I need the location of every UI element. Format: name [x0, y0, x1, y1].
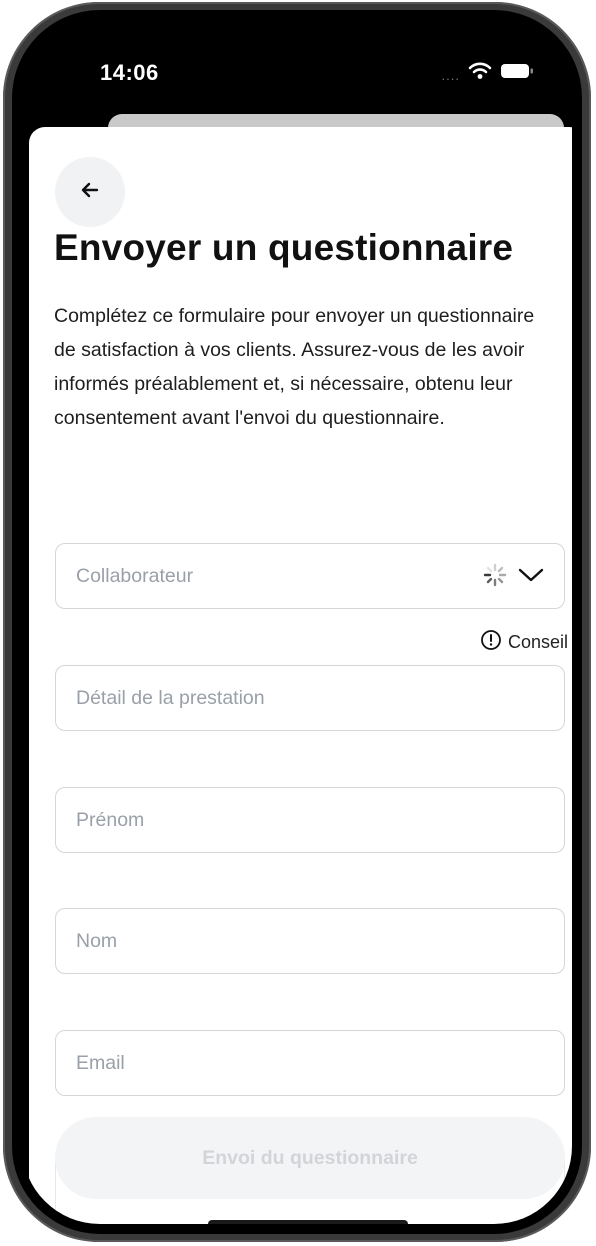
last-name-placeholder: Nom [76, 930, 118, 952]
hint-label: Conseil [507, 632, 568, 652]
status-icons: .... [442, 62, 534, 85]
email-field[interactable]: Email [55, 1030, 565, 1096]
page-description: Complétez ce formulaire pour envoyer un … [54, 305, 535, 429]
phone-frame: 14:06 .... Envoyer un questionnaire Comp… [3, 2, 591, 1242]
phone-bezel: 14:06 .... Envoyer un questionnaire Comp… [12, 10, 582, 1234]
home-indicator[interactable] [208, 1220, 408, 1224]
wifi-icon [468, 62, 492, 85]
page-title: Envoyer un questionnaire [54, 227, 514, 268]
last-name-field[interactable]: Nom [55, 908, 565, 974]
info-icon [480, 629, 502, 656]
chevron-down-icon [518, 567, 544, 588]
hint-link[interactable]: Conseil [480, 629, 568, 656]
select-icons [482, 562, 544, 593]
back-button[interactable] [55, 157, 125, 227]
status-time: 14:06 [100, 60, 159, 85]
screen: 14:06 .... Envoyer un questionnaire Comp… [22, 20, 572, 1224]
modal-sheet: Envoyer un questionnaire Complétez ce fo… [29, 127, 572, 1224]
signal-dots: .... [441, 68, 460, 83]
submit-label: Envoi du questionnaire [202, 1146, 418, 1169]
arrow-left-icon [79, 181, 101, 204]
collaborator-select[interactable]: Collaborateur [55, 543, 565, 609]
submit-button[interactable]: Envoi du questionnaire [55, 1117, 565, 1199]
email-placeholder: Email [76, 1052, 125, 1074]
collaborator-placeholder: Collaborateur [76, 565, 194, 587]
loading-spinner-icon [482, 562, 508, 593]
first-name-placeholder: Prénom [76, 809, 145, 831]
service-detail-field[interactable]: Détail de la prestation [55, 665, 565, 731]
first-name-field[interactable]: Prénom [55, 787, 565, 853]
battery-icon [500, 62, 534, 85]
service-detail-placeholder: Détail de la prestation [76, 687, 265, 709]
